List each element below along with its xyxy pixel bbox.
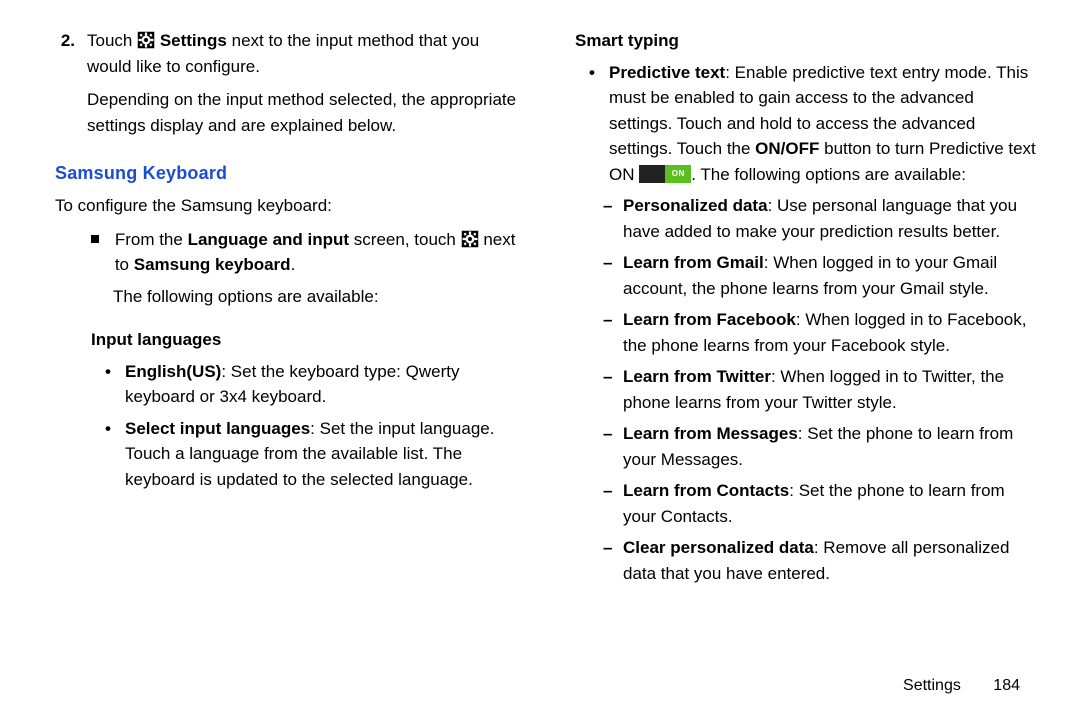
dash-icon: – <box>603 421 615 472</box>
left-column: 2. Touch Settings next to the input meth… <box>55 28 520 586</box>
dash-icon: – <box>603 250 615 301</box>
step-number: 2. <box>55 28 75 138</box>
input-languages-title: Input languages <box>55 327 520 353</box>
square-bullet-row: From the Language and input screen, touc… <box>55 227 520 278</box>
dash-icon: – <box>603 535 615 586</box>
dot-icon: • <box>105 416 117 493</box>
dash-icon: – <box>603 307 615 358</box>
intro-line: To configure the Samsung keyboard: <box>55 193 520 219</box>
bullet-english-us: • English(US): Set the keyboard type: Qw… <box>55 359 520 410</box>
step-body: Touch Settings next to the input method … <box>87 28 520 138</box>
dash-personalized-data: – Personalized data: Use personal langua… <box>575 193 1040 244</box>
dot-icon: • <box>105 359 117 410</box>
dot-icon: • <box>589 60 601 188</box>
section-title-samsung-keyboard: Samsung Keyboard <box>55 160 520 187</box>
step-para-2: Depending on the input method selected, … <box>87 87 520 138</box>
page-footer: Settings 184 <box>903 674 1020 698</box>
smart-typing-title: Smart typing <box>575 28 1040 54</box>
bullet-predictive-text: • Predictive text: Enable predictive tex… <box>575 60 1040 188</box>
dash-learn-contacts: – Learn from Contacts: Set the phone to … <box>575 478 1040 529</box>
gear-icon <box>137 31 155 49</box>
dash-clear-personalized: – Clear personalized data: Remove all pe… <box>575 535 1040 586</box>
dash-learn-facebook: – Learn from Facebook: When logged in to… <box>575 307 1040 358</box>
bullet-select-input-languages: • Select input languages: Set the input … <box>55 416 520 493</box>
gear-icon <box>461 230 479 248</box>
footer-section: Settings <box>903 677 961 694</box>
dash-learn-twitter: – Learn from Twitter: When logged in to … <box>575 364 1040 415</box>
dash-icon: – <box>603 364 615 415</box>
step-text-b: Settings <box>155 31 227 50</box>
dash-learn-messages: – Learn from Messages: Set the phone to … <box>575 421 1040 472</box>
square-bullet-text: From the Language and input screen, touc… <box>115 227 520 278</box>
dash-icon: – <box>603 478 615 529</box>
dash-learn-gmail: – Learn from Gmail: When logged in to yo… <box>575 250 1040 301</box>
step-2: 2. Touch Settings next to the input meth… <box>55 28 520 138</box>
square-bullet-icon <box>91 227 105 278</box>
footer-page-number: 184 <box>993 677 1020 694</box>
right-column: Smart typing • Predictive text: Enable p… <box>575 28 1040 586</box>
on-toggle-icon: ON <box>639 165 691 183</box>
step-text-a: Touch <box>87 31 137 50</box>
following-options-line: The following options are available: <box>55 284 520 310</box>
dash-icon: – <box>603 193 615 244</box>
